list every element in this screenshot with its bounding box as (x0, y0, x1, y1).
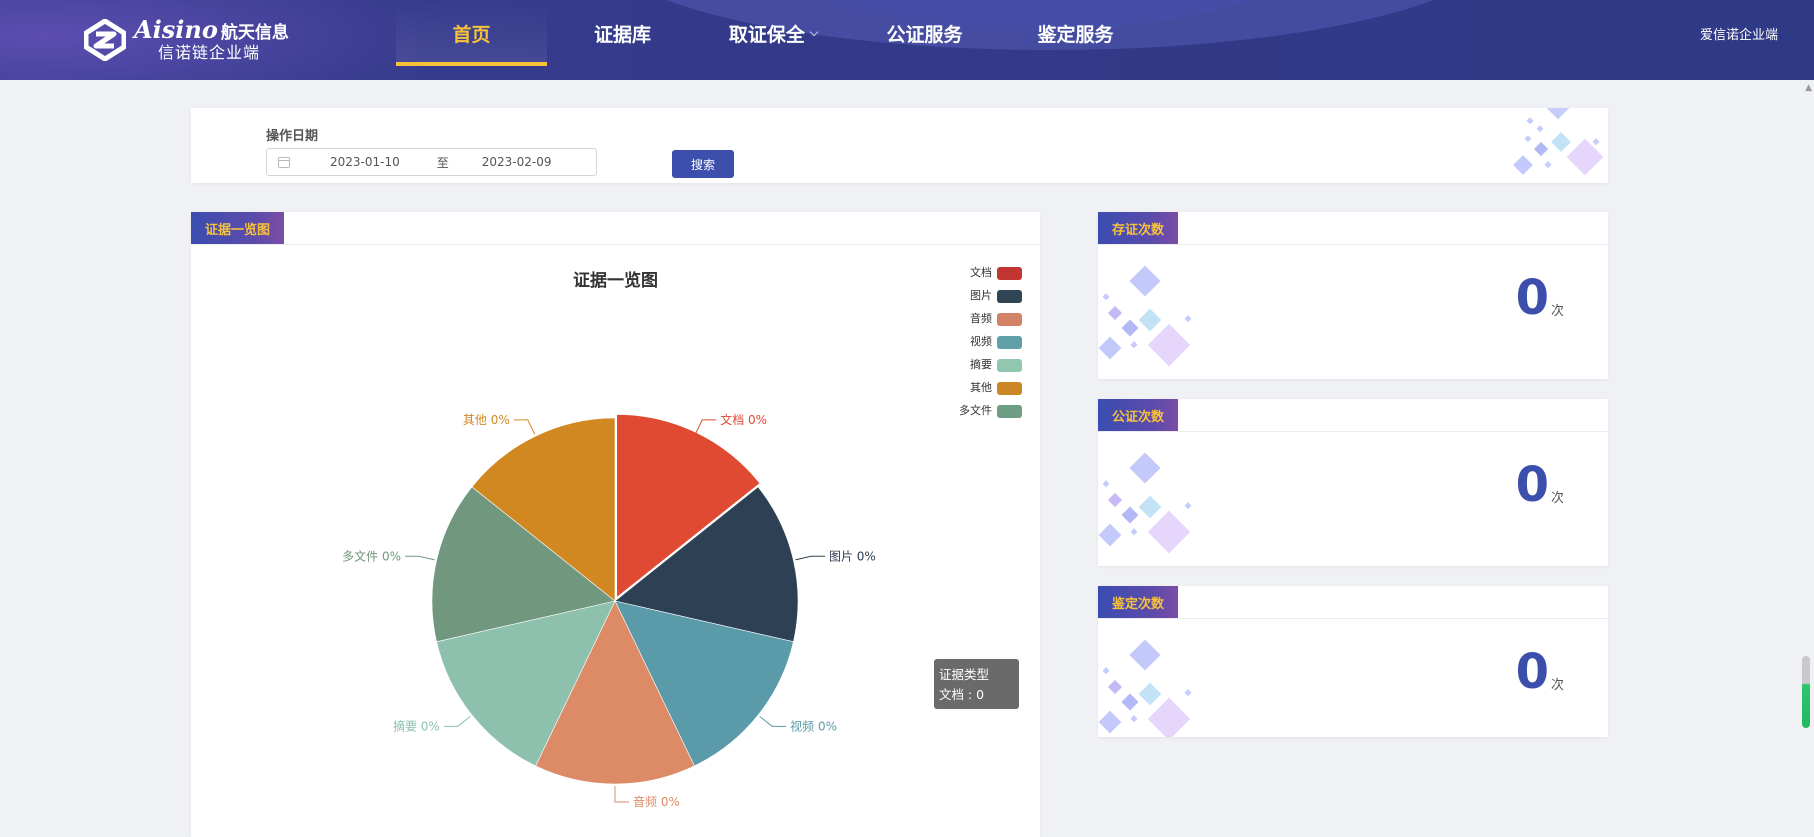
legend-swatch[interactable] (997, 405, 1022, 418)
date-filter-card: 操作日期 2023-01-10 至 2023-02-09 搜索 (191, 108, 1608, 183)
chevron-down-icon: ⌵ (809, 26, 819, 39)
diamond-decoration-icon (1098, 639, 1192, 737)
scroll-up-arrow-icon[interactable]: ▲ (1805, 83, 1812, 93)
logo-brand-cn: 航天信息 (220, 23, 289, 43)
pie-slice-label: 多文件 0% (342, 548, 401, 563)
nav-label: 取证保全 (728, 23, 805, 46)
top-header: Aisino 航天信息 信诺链企业端 首页 证据库 取证保全 ⌵ 公证服务 鉴定服务… (0, 0, 1814, 80)
legend-swatch[interactable] (997, 382, 1022, 395)
count-unit: 次 (1550, 678, 1564, 693)
nav-label: 鉴定服务 (1037, 23, 1114, 46)
diamond-decoration-icon (1098, 265, 1192, 367)
stat-value: 0 次 (1516, 648, 1564, 696)
logo-sub-text: 信诺链企业端 (158, 43, 261, 62)
legend-label[interactable]: 其他 (970, 381, 992, 394)
nav-evidence-collection[interactable]: 取证保全 ⌵ (698, 0, 849, 66)
divider (1098, 431, 1608, 432)
legend-label[interactable]: 多文件 (959, 403, 992, 417)
pie-slice-label: 其他 0% (463, 413, 510, 427)
notary-count: 0 (1515, 457, 1549, 513)
pie-label-line-2 (759, 715, 787, 727)
count-unit: 次 (1550, 304, 1564, 319)
pie-slice-label: 图片 0% (829, 549, 876, 563)
aisino-logo-icon (84, 18, 126, 61)
panel-tab-deposit-count[interactable]: 存证次数 (1098, 212, 1179, 244)
legend-label[interactable]: 摘要 (970, 357, 992, 371)
date-filter-label: 操作日期 (266, 129, 319, 144)
date-range-picker[interactable]: 2023-01-10 至 2023-02-09 (266, 148, 597, 176)
legend-swatch[interactable] (997, 359, 1022, 372)
tooltip-title: 证据类型 (939, 667, 990, 682)
tooltip-body: 文档 : 0 (0%) (939, 687, 985, 722)
count-unit: 次 (1550, 491, 1564, 506)
nav-label: 公证服务 (886, 23, 963, 46)
nav-home[interactable]: 首页 (396, 0, 547, 66)
nav-label: 首页 (452, 23, 491, 46)
pie-label-line-3 (614, 786, 629, 803)
panel-tab-notary-count[interactable]: 公证次数 (1098, 399, 1179, 431)
panel-tab-appraisal-count[interactable]: 鉴定次数 (1098, 586, 1179, 618)
divider (1098, 618, 1608, 619)
pie-label-line-6 (513, 419, 536, 435)
legend-label[interactable]: 视频 (970, 334, 992, 348)
pie-label-line-4 (443, 715, 471, 727)
diamond-decoration-icon (1513, 108, 1604, 176)
legend-label[interactable]: 音频 (970, 311, 992, 325)
chart-tooltip: 证据类型 文档 : 0 (0%) (934, 659, 1019, 722)
logo-brand-en: Aisino (134, 15, 218, 44)
legend-label[interactable]: 文档 (970, 265, 992, 279)
appraisal-count: 0 (1515, 644, 1549, 700)
pie-slice-label: 音频 0% (633, 794, 680, 809)
brand-logo[interactable]: Aisino 航天信息 信诺链企业端 (84, 18, 289, 61)
evidence-overview-panel: 证据一览图 证据一览图 文档 0% 图片 0% 视频 0% 音频 0% 摘要 0% 多文件… (191, 212, 1040, 837)
pie-label-line-1 (795, 555, 825, 561)
start-date-input[interactable]: 2023-01-10 (330, 155, 400, 169)
main-nav: 首页 证据库 取证保全 ⌵ 公证服务 鉴定服务 (396, 0, 1151, 66)
legend-swatch[interactable] (997, 290, 1022, 303)
stat-value: 0 次 (1516, 461, 1564, 509)
pie-slice-label: 摘要 0% (393, 718, 440, 733)
pie-label-line-5 (405, 555, 435, 561)
logo-brand-text: Aisino 航天信息 (134, 18, 289, 42)
nav-label: 证据库 (593, 23, 651, 46)
legend-swatch[interactable] (997, 313, 1022, 326)
nav-evidence-library[interactable]: 证据库 (547, 0, 698, 66)
legend-label[interactable]: 图片 (970, 289, 992, 302)
user-name[interactable]: 爱信诺企业端 (1700, 24, 1778, 43)
pie-slice-label: 视频 0% (790, 718, 837, 733)
stat-panel-appraisal: 鉴定次数 0 次 (1098, 586, 1608, 737)
deposit-count: 0 (1515, 270, 1549, 326)
nav-appraisal-service[interactable]: 鉴定服务 (1000, 0, 1151, 66)
pie-chart[interactable]: 文档 0% 图片 0% 视频 0% 音频 0% 摘要 0% 多文件 0% 其他 0% 文档图片… (191, 212, 1040, 837)
diamond-decoration-icon (1098, 452, 1192, 554)
date-range-separator: 至 (436, 155, 449, 170)
search-button[interactable]: 搜索 (672, 150, 734, 178)
legend-swatch[interactable] (997, 336, 1022, 349)
pie-label-line-0 (694, 419, 717, 435)
legend-swatch[interactable] (997, 267, 1022, 280)
stat-panel-notary: 公证次数 0 次 (1098, 399, 1608, 566)
nav-notary-service[interactable]: 公证服务 (849, 0, 1000, 66)
stat-value: 0 次 (1516, 274, 1564, 322)
calendar-icon (278, 156, 290, 168)
page-scrollbar[interactable] (1802, 656, 1810, 728)
divider (1098, 244, 1608, 245)
end-date-input[interactable]: 2023-02-09 (482, 155, 552, 169)
pie-slice-label: 文档 0% (720, 412, 767, 427)
stat-panel-deposit: 存证次数 0 次 (1098, 212, 1608, 379)
